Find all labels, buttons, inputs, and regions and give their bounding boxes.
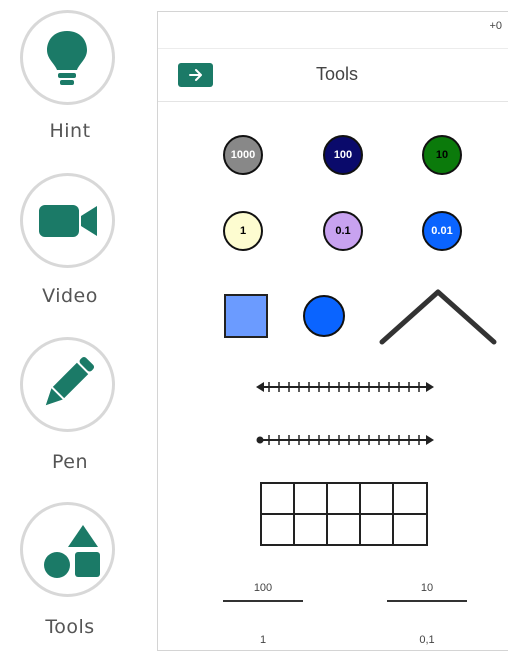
shapes-icon [44,525,100,578]
panel-title: Tools [315,64,359,84]
tools-button[interactable] [20,502,115,597]
disc-10[interactable]: 10 [422,135,462,175]
open-number-line-tool[interactable] [255,430,435,450]
pen-button[interactable] [20,337,115,432]
disc-0-01[interactable]: 0.01 [422,211,462,251]
tools-panel: +0 Tools 1000 100 10 1 0.1 0.01 100 10 1… [157,11,508,651]
disc-1[interactable]: 1 [223,211,263,251]
divider [158,48,508,49]
angle-tool[interactable] [378,288,498,348]
pen-label: Pen [51,451,88,473]
disc-100[interactable]: 100 [323,135,363,175]
header-label: 10 [420,582,434,594]
hint-button[interactable] [20,10,115,105]
place-value-label-1: 1 [259,634,267,646]
square-tool[interactable] [224,294,268,338]
place-value-chart-10[interactable]: 10 [387,582,467,602]
video-camera-icon [39,205,97,237]
number-line-tool[interactable] [255,377,435,397]
tools-label: Tools [45,616,95,638]
disc-1000[interactable]: 1000 [223,135,263,175]
place-value-chart-100[interactable]: 100 [223,582,303,602]
circle-tool[interactable] [303,295,345,337]
ten-frame-tool[interactable] [260,482,430,548]
tool-rail: Hint Video Pen Tools [0,0,150,644]
video-button[interactable] [20,173,115,268]
divider [223,600,303,602]
place-value-label-0-1: 0,1 [419,634,435,646]
zoom-level: +0 [489,20,502,32]
disc-0-1[interactable]: 0.1 [323,211,363,251]
divider [158,101,508,102]
lightbulb-icon [47,31,87,85]
pencil-icon [45,356,95,406]
header-label: 100 [253,582,273,594]
divider [387,600,467,602]
hint-label: Hint [49,120,91,142]
video-label: Video [42,285,98,307]
